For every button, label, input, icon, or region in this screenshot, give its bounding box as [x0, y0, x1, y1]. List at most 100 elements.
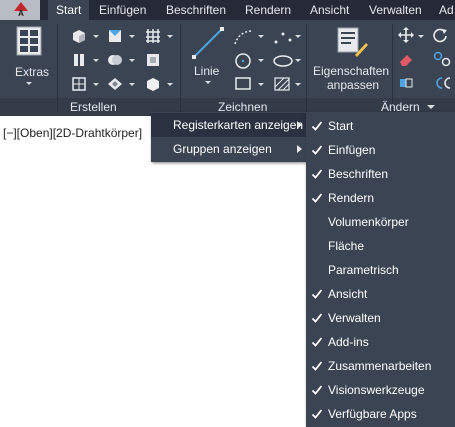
extras-icon[interactable] — [16, 26, 42, 56]
submenu-item-label: Add-ins — [328, 335, 369, 349]
menu-item-show-tabs[interactable]: Registerkarten anzeigen — [151, 113, 306, 137]
match-properties-label-line1: Eigenschaften — [313, 64, 390, 78]
tab-beschriften[interactable]: Beschriften — [166, 0, 226, 20]
line-icon[interactable] — [191, 26, 225, 60]
slice-icon[interactable] — [70, 51, 88, 69]
show-tabs-submenu: Start Einfügen Beschriften Rendern Volumenkö… — [306, 112, 455, 427]
union-dropdown-icon[interactable] — [129, 59, 135, 62]
tab-einfuegen[interactable]: Einfügen — [99, 0, 146, 20]
checkmark-icon — [311, 289, 323, 299]
tab-rendern[interactable]: Rendern — [245, 0, 291, 20]
checkmark-icon — [311, 337, 323, 347]
line-dropdown-icon[interactable] — [205, 81, 211, 84]
aendern-expand-icon[interactable] — [427, 105, 435, 109]
box-solid-icon[interactable] — [70, 27, 88, 45]
submenu-item[interactable]: Volumenkörper — [306, 210, 455, 234]
submenu-item-label: Fläche — [328, 239, 365, 253]
checkmark-icon — [311, 385, 323, 395]
panel-separator — [392, 24, 393, 112]
checkmark-icon — [311, 409, 323, 419]
section-dropdown-icon[interactable] — [93, 83, 99, 86]
mesh-grid-icon[interactable] — [144, 27, 162, 45]
circle-icon[interactable] — [233, 51, 253, 71]
ribbon-context-menu: Registerkarten anzeigen Gruppen anzeigen — [151, 112, 306, 162]
checkmark-icon — [311, 145, 323, 155]
hatch-icon[interactable] — [272, 75, 292, 93]
menu-item-show-panels[interactable]: Gruppen anzeigen — [151, 137, 306, 161]
checkmark-icon — [311, 361, 323, 371]
autocad-logo-letter: A — [18, 9, 24, 18]
tab-addins-partial[interactable]: Ad — [439, 0, 454, 20]
slice-dropdown-icon[interactable] — [93, 59, 99, 62]
submenu-item[interactable]: Einfügen — [306, 138, 455, 162]
checkmark-icon — [311, 313, 323, 323]
submenu-item[interactable]: Zusammenarbeiten — [306, 354, 455, 378]
submenu-item[interactable]: Add-ins — [306, 330, 455, 354]
submenu-item[interactable]: Parametrisch — [306, 258, 455, 282]
submenu-item[interactable]: Rendern — [306, 186, 455, 210]
match-properties-icon[interactable] — [335, 25, 369, 59]
submenu-item-label: Zusammenarbeiten — [328, 359, 432, 373]
panel-separator — [180, 24, 181, 112]
stretch-icon[interactable] — [398, 75, 414, 91]
shell-dropdown-icon[interactable] — [129, 83, 135, 86]
submenu-item[interactable]: Fläche — [306, 234, 455, 258]
submenu-item-label: Volumenkörper — [328, 215, 409, 229]
smooth-object-icon[interactable] — [144, 51, 162, 69]
rectangle-icon[interactable] — [233, 75, 253, 93]
submenu-item[interactable]: Visionswerkzeuge — [306, 378, 455, 402]
checkmark-icon — [311, 121, 323, 131]
mesh-dropdown-icon[interactable] — [167, 35, 173, 38]
offset-icon[interactable] — [432, 75, 452, 91]
extrude-icon[interactable] — [106, 27, 124, 45]
menu-item-label: Gruppen anzeigen — [173, 142, 272, 156]
section-plane-icon[interactable] — [70, 75, 88, 93]
points-icon[interactable] — [272, 28, 294, 46]
submenu-item[interactable]: Ansicht — [306, 282, 455, 306]
erase-icon[interactable] — [398, 51, 414, 67]
submenu-item-label: Verwalten — [328, 311, 381, 325]
checkmark-icon — [311, 169, 323, 179]
hatch-dropdown-icon[interactable] — [295, 83, 301, 86]
tab-start[interactable]: Start — [48, 0, 90, 20]
ribbon-tab-bar: A Start Einfügen Beschriften Rendern Ans… — [0, 0, 455, 20]
submenu-item[interactable]: Verfügbare Apps — [306, 402, 455, 426]
ribbon-panel: Extras Erstellen Linie Zeichnen Eigensch… — [0, 20, 455, 116]
circle-dropdown-icon[interactable] — [258, 59, 264, 62]
submenu-item-label: Parametrisch — [328, 263, 399, 277]
box-dropdown-icon[interactable] — [93, 35, 99, 38]
ellipse-icon[interactable] — [272, 51, 294, 71]
shell-icon[interactable] — [106, 75, 124, 93]
move-dropdown-icon[interactable] — [418, 35, 424, 38]
tab-ansicht[interactable]: Ansicht — [310, 0, 349, 20]
line-label: Linie — [194, 64, 220, 78]
submenu-item-label: Visionswerkzeuge — [328, 383, 425, 397]
polyline-dropdown-icon[interactable] — [258, 35, 264, 38]
points-dropdown-icon[interactable] — [295, 35, 301, 38]
submenu-item[interactable]: Beschriften — [306, 162, 455, 186]
move-icon[interactable] — [398, 27, 414, 43]
application-menu-button[interactable]: A — [0, 0, 40, 20]
menu-item-label: Registerkarten anzeigen — [173, 118, 304, 132]
submenu-item-label: Rendern — [328, 191, 375, 205]
submenu-item-label: Ansicht — [328, 287, 368, 301]
extrude-dropdown-icon[interactable] — [129, 35, 135, 38]
copy-icon[interactable] — [432, 51, 452, 67]
viewport-controls-label[interactable]: [−][Oben][2D-Drahtkörper] — [3, 126, 142, 140]
submenu-item[interactable]: Verwalten — [306, 306, 455, 330]
submenu-item[interactable]: Start — [306, 114, 455, 138]
panel-title-erstellen[interactable]: Erstellen — [70, 100, 117, 114]
polyline-icon[interactable] — [233, 28, 255, 46]
checkmark-icon — [311, 193, 323, 203]
cube-dropdown-icon[interactable] — [167, 83, 173, 86]
union-icon[interactable] — [106, 51, 124, 69]
ellipse-dropdown-icon[interactable] — [295, 59, 301, 62]
extras-dropdown-icon[interactable] — [26, 82, 32, 85]
rectangle-dropdown-icon[interactable] — [258, 83, 264, 86]
panel-separator — [306, 24, 307, 112]
solid-cube-icon[interactable] — [144, 75, 162, 93]
submenu-item-label: Einfügen — [328, 143, 376, 157]
tab-verwalten[interactable]: Verwalten — [369, 0, 422, 20]
rotate-icon[interactable] — [432, 27, 448, 43]
submenu-item-label: Beschriften — [328, 167, 389, 181]
